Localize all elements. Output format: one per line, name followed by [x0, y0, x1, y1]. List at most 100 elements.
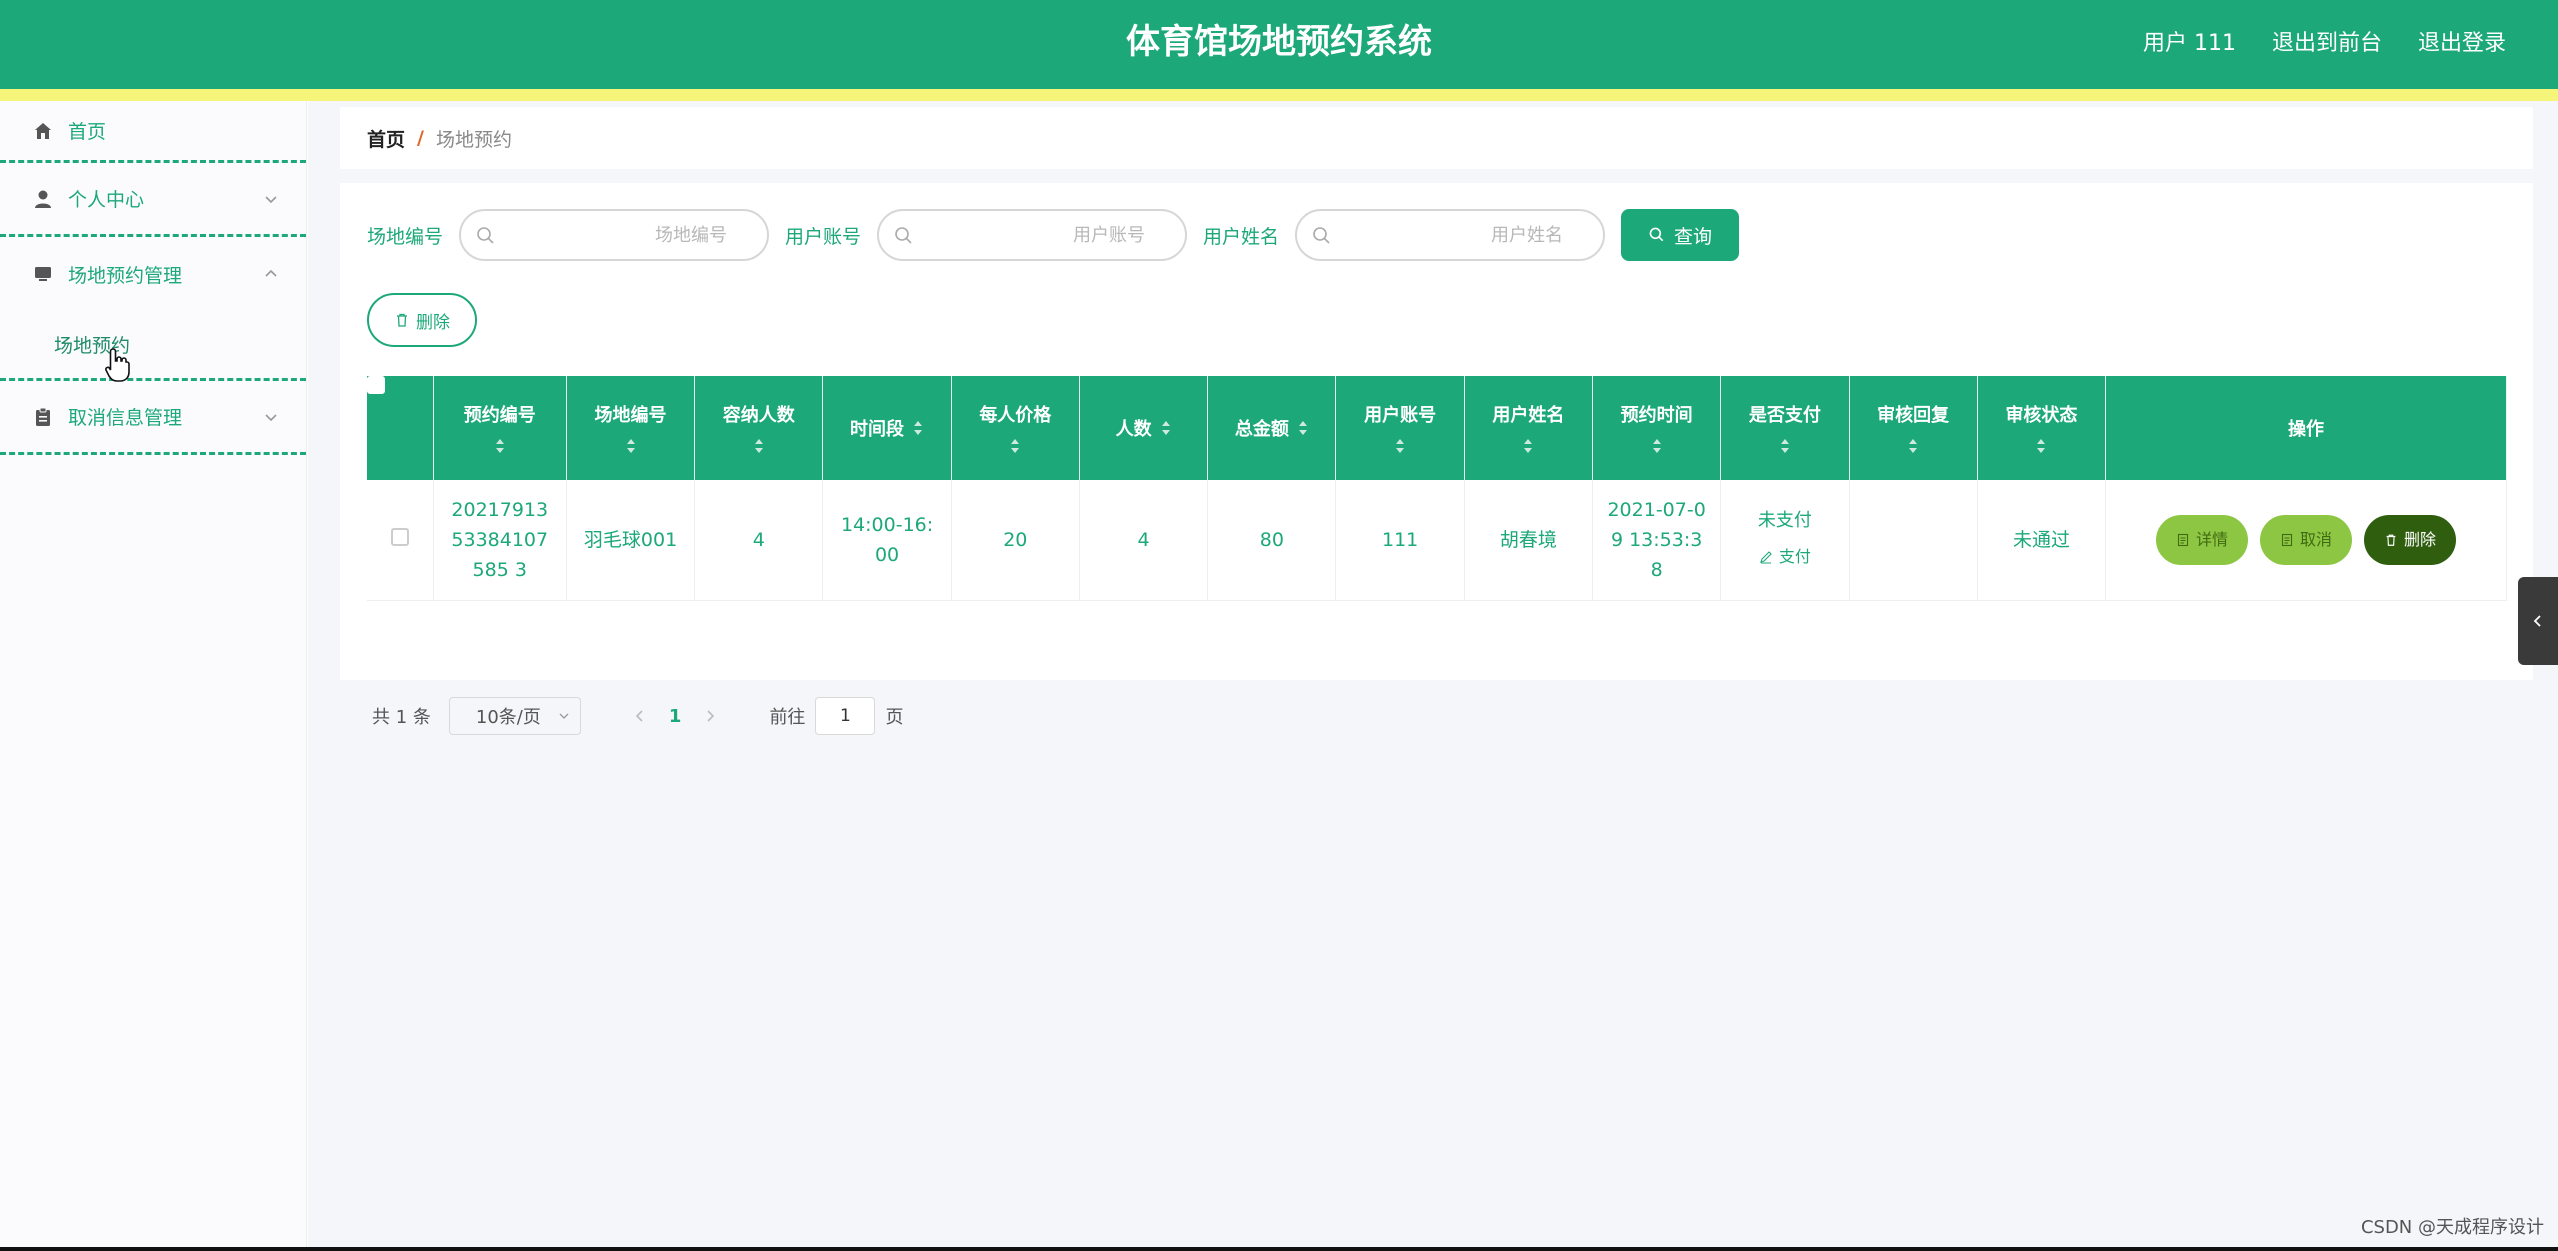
chevron-left-icon: [2533, 615, 2541, 627]
hand-cursor-icon: [105, 348, 130, 382]
sidebar-subitem-venue-booking[interactable]: 场地预约: [0, 311, 306, 382]
row-actions: 详情 取消 删除: [2120, 514, 2492, 565]
column-header-label: 操作: [2288, 419, 2325, 440]
column-header-label: 预约编号: [463, 405, 536, 426]
column-header-total[interactable]: 总金额: [1207, 376, 1337, 480]
current-user-label[interactable]: 用户 111: [2143, 24, 2236, 64]
column-header-label: 容纳人数: [722, 405, 795, 426]
detail-button-label: 详情: [2196, 529, 2229, 549]
cancel-button[interactable]: 取消: [2260, 514, 2353, 565]
cell-total: 80: [1207, 480, 1337, 601]
column-header-venue-no[interactable]: 场地编号: [566, 376, 696, 480]
chevron-down-icon: [559, 713, 569, 719]
batch-delete-button[interactable]: 删除: [367, 293, 477, 347]
pay-link[interactable]: 支付: [1759, 542, 1811, 572]
sidebar-item-label: 场地预约管理: [68, 264, 183, 287]
sort-icon: [1298, 421, 1307, 435]
sidebar: 首页 个人中心 场地预约管理 场地预约 取消信息管理: [0, 101, 307, 1251]
watermark-text: CSDN @天成程序设计: [2360, 1217, 2544, 1238]
column-header-time-slot[interactable]: 时间段: [822, 376, 952, 480]
cell-name: 胡春境: [1464, 480, 1594, 601]
sidebar-item-personal-center[interactable]: 个人中心: [0, 163, 306, 237]
exit-to-front-link[interactable]: 退出到前台: [2272, 24, 2382, 64]
column-header-label: 总金额: [1234, 419, 1289, 440]
column-header-booking-no[interactable]: 预约编号: [433, 376, 567, 480]
next-page-icon[interactable]: [701, 707, 719, 725]
goto-page-input[interactable]: [815, 697, 876, 735]
select-all-checkbox[interactable]: [367, 376, 385, 394]
booking-table: 预约编号 场地编号 容纳人数 时间段 每人价格 人数 总金额 用户账号 用户姓名…: [367, 376, 2507, 601]
document-icon: [2281, 533, 2293, 546]
sort-icon: [1909, 439, 1918, 453]
sort-icon: [626, 439, 635, 453]
cell-price: 20: [951, 480, 1080, 601]
prev-page-icon[interactable]: [631, 707, 649, 725]
venue-no-field[interactable]: [459, 209, 770, 261]
sort-icon: [1652, 439, 1661, 453]
current-page-number[interactable]: 1: [669, 706, 682, 727]
pay-status-text: 未支付: [1757, 510, 1812, 532]
column-header-label: 审核回复: [1877, 405, 1950, 426]
column-header-label: 预约时间: [1620, 405, 1693, 426]
cell-venue-no: 羽毛球001: [566, 480, 696, 601]
home-icon: [32, 120, 54, 142]
column-header-people[interactable]: 人数: [1079, 376, 1209, 480]
sort-icon: [1396, 439, 1405, 453]
column-header-actions: 操作: [2105, 376, 2507, 480]
column-header-label: 时间段: [850, 419, 905, 440]
column-header-capacity[interactable]: 容纳人数: [694, 376, 824, 480]
row-select-cell[interactable]: [367, 480, 434, 601]
column-header-label: 是否支付: [1748, 405, 1821, 426]
sort-icon: [495, 439, 504, 453]
name-field[interactable]: [1295, 209, 1606, 261]
select-all-cell[interactable]: [367, 376, 434, 480]
column-header-name[interactable]: 用户姓名: [1464, 376, 1594, 480]
content-card: 场地编号 用户账号 用户姓名 查询 删除: [340, 183, 2533, 735]
sidebar-item-label: 首页: [68, 121, 107, 143]
column-header-price[interactable]: 每人价格: [951, 376, 1080, 480]
column-header-booking-time[interactable]: 预约时间: [1592, 376, 1722, 480]
breadcrumb-separator: /: [417, 127, 424, 149]
column-header-review-status[interactable]: 审核状态: [1977, 376, 2107, 480]
logout-link[interactable]: 退出登录: [2418, 24, 2506, 64]
column-header-account[interactable]: 用户账号: [1335, 376, 1465, 480]
breadcrumb-home[interactable]: 首页: [367, 125, 405, 152]
sidebar-item-cancel-info-mgmt[interactable]: 取消信息管理: [0, 381, 306, 455]
row-checkbox[interactable]: [390, 527, 409, 546]
goto-page: 前往 页: [769, 697, 903, 735]
clipboard-icon: [32, 406, 54, 428]
top-header: 体育馆场地预约系统 用户 111 退出到前台 退出登录: [0, 0, 2558, 89]
column-header-label: 场地编号: [594, 405, 667, 426]
trash-icon: [2386, 534, 2396, 546]
pagination: 共 1 条 10条/页 1 前往 页: [372, 697, 903, 735]
column-header-pay-status[interactable]: 是否支付: [1720, 376, 1850, 480]
monitor-icon: [32, 263, 54, 285]
cell-capacity: 4: [694, 480, 824, 601]
venue-no-label: 场地编号: [367, 225, 444, 248]
cell-account: 111: [1335, 480, 1465, 601]
account-field[interactable]: [877, 209, 1188, 261]
cell-actions: 详情 取消 删除: [2105, 480, 2507, 601]
sort-icon: [1524, 439, 1533, 453]
column-header-label: 审核状态: [2005, 405, 2078, 426]
sidebar-item-venue-booking-mgmt[interactable]: 场地预约管理: [0, 237, 306, 311]
sidebar-item-home[interactable]: 首页: [0, 101, 306, 163]
page-size-select[interactable]: 10条/页: [448, 697, 581, 735]
sort-icon: [1011, 439, 1020, 453]
account-input[interactable]: [879, 211, 1186, 259]
collapse-panel-button[interactable]: [2518, 577, 2558, 665]
detail-button[interactable]: 详情: [2156, 514, 2249, 565]
account-label: 用户账号: [785, 225, 862, 248]
query-button[interactable]: 查询: [1621, 209, 1740, 261]
venue-no-input[interactable]: [461, 211, 768, 259]
delete-button[interactable]: 删除: [2364, 514, 2457, 565]
chevron-down-icon: [265, 413, 277, 421]
name-input[interactable]: [1297, 211, 1604, 259]
column-header-label: 每人价格: [979, 405, 1052, 426]
pagination-total: 共 1 条: [372, 707, 431, 728]
sort-icon: [2037, 439, 2046, 453]
cell-pay-status: 未支付 支付: [1720, 480, 1850, 601]
sidebar-item-label: 取消信息管理: [68, 407, 183, 429]
column-header-review-reply[interactable]: 审核回复: [1849, 376, 1978, 480]
sort-icon: [914, 421, 923, 435]
